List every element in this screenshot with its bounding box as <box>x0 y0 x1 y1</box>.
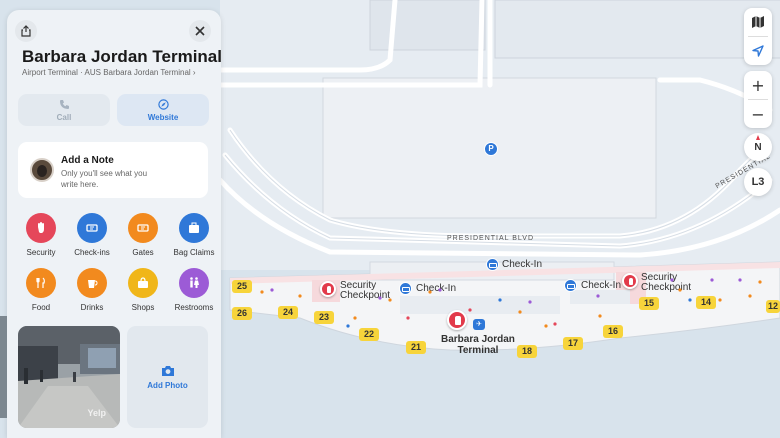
panel-edge <box>0 316 7 418</box>
category-label: Shops <box>131 303 155 312</box>
category-restrooms[interactable]: Restrooms <box>171 268 217 312</box>
checkin-label-top: Check-In <box>502 259 543 270</box>
selected-place-pin-icon[interactable] <box>447 310 467 330</box>
fork-knife-icon <box>26 268 56 298</box>
camera-icon <box>161 365 174 376</box>
security-pin-icon[interactable] <box>622 273 638 289</box>
category-gates[interactable]: Gates <box>120 213 166 257</box>
website-label: Website <box>147 112 179 122</box>
gate-label[interactable]: 23 <box>314 311 334 324</box>
map-icon <box>752 16 764 28</box>
terminal-label: Barbara Jordan Terminal <box>441 334 515 356</box>
compass-button[interactable]: N <box>744 133 772 161</box>
level-label: L3 <box>751 176 765 188</box>
close-icon <box>195 26 205 36</box>
security-pin-icon[interactable] <box>320 281 336 297</box>
road-label-presidential-blvd: PRESIDENTIAL BLVD <box>447 235 535 242</box>
avatar <box>30 158 54 182</box>
checkin-icon[interactable] <box>486 258 499 271</box>
call-button[interactable]: Call <box>18 94 110 126</box>
place-subtitle-text: Airport Terminal · AUS Barbara Jordan Te… <box>22 68 191 77</box>
category-check-ins[interactable]: Check-ins <box>69 213 115 257</box>
category-drinks[interactable]: Drinks <box>69 268 115 312</box>
current-location-button[interactable] <box>744 37 772 65</box>
compass-needle-icon <box>756 135 760 140</box>
level-button[interactable]: L3 <box>744 168 772 196</box>
category-label: Food <box>31 303 51 312</box>
category-label: Drinks <box>80 303 104 312</box>
gate-label[interactable]: 21 <box>406 341 426 354</box>
security-label-right-line2: Checkpoint <box>641 282 692 293</box>
checkin-label-right: Check-In <box>581 280 622 291</box>
category-label: Security <box>26 248 56 257</box>
category-bag-claims[interactable]: Bag Claims <box>171 213 217 257</box>
map-type-button[interactable] <box>744 8 772 36</box>
security-label-left: Security Checkpoint <box>340 281 390 301</box>
suitcase-icon <box>179 213 209 243</box>
category-security[interactable]: Security <box>18 213 64 257</box>
gate-label[interactable]: 18 <box>517 345 537 358</box>
note-body-line1: Only you'll see what you <box>61 169 148 178</box>
ticket-icon <box>77 213 107 243</box>
checkin-icon[interactable] <box>399 282 412 295</box>
category-label: Check-ins <box>74 248 110 257</box>
chevron-right-icon: › <box>192 68 196 77</box>
add-note-card[interactable]: Add a Note Only you'll see what you writ… <box>18 142 208 198</box>
parking-icon[interactable]: P <box>484 142 498 156</box>
add-photo-label: Add Photo <box>147 380 188 390</box>
gate-label[interactable]: 25 <box>232 280 252 293</box>
terminal-label-line2: Terminal <box>457 345 499 356</box>
map-mode-controls <box>744 8 772 65</box>
category-label: Restrooms <box>174 303 214 312</box>
checkin-label-left: Check-In <box>416 283 457 294</box>
gate-label[interactable]: 16 <box>603 325 623 338</box>
security-label-right: Security Checkpoint <box>641 273 691 293</box>
zoom-controls: + − <box>744 71 772 128</box>
gate-label[interactable]: 22 <box>359 328 379 341</box>
call-label: Call <box>56 112 72 122</box>
phone-icon <box>59 99 69 109</box>
category-food[interactable]: Food <box>18 268 64 312</box>
share-button[interactable] <box>15 20 37 42</box>
gate-label[interactable]: 17 <box>563 337 583 350</box>
add-photo-button[interactable]: Add Photo <box>127 326 208 428</box>
gate-label[interactable]: 26 <box>232 307 252 320</box>
note-title: Add a Note <box>61 155 114 166</box>
cup-icon <box>77 268 107 298</box>
gate-label[interactable]: 12 <box>766 300 780 313</box>
category-shops[interactable]: Shops <box>120 268 166 312</box>
category-label: Bag Claims <box>173 248 215 257</box>
airport-icon: ✈ <box>473 319 485 330</box>
checkin-icon[interactable] <box>564 279 577 292</box>
photo-credit: Yelp <box>87 408 106 418</box>
note-body-line2: write here. <box>61 180 99 189</box>
place-subtitle[interactable]: Airport Terminal · AUS Barbara Jordan Te… <box>22 68 196 77</box>
zoom-out-button[interactable]: − <box>744 100 772 128</box>
bag-icon <box>128 268 158 298</box>
hand-icon <box>26 213 56 243</box>
close-button[interactable] <box>189 20 211 42</box>
place-title: Barbara Jordan Terminal <box>22 47 221 66</box>
compass-safari-icon <box>157 98 169 110</box>
place-card: Barbara Jordan Terminal Airport Terminal… <box>7 10 221 438</box>
zoom-in-button[interactable]: + <box>744 71 772 99</box>
gate-label[interactable]: 24 <box>278 306 298 319</box>
website-button[interactable]: Website <box>117 94 209 126</box>
location-arrow-icon <box>752 45 764 57</box>
category-label: Gates <box>132 248 154 257</box>
gate-label[interactable]: 15 <box>639 297 659 310</box>
restroom-icon <box>179 268 209 298</box>
terminal-label-line1: Barbara Jordan <box>441 334 515 345</box>
compass-label: N <box>754 141 762 153</box>
place-photo[interactable]: Yelp <box>18 326 120 428</box>
security-label-left-line2: Checkpoint <box>340 290 391 301</box>
gate-label[interactable]: 14 <box>696 296 716 309</box>
ticket-icon <box>128 213 158 243</box>
share-icon <box>21 25 31 37</box>
